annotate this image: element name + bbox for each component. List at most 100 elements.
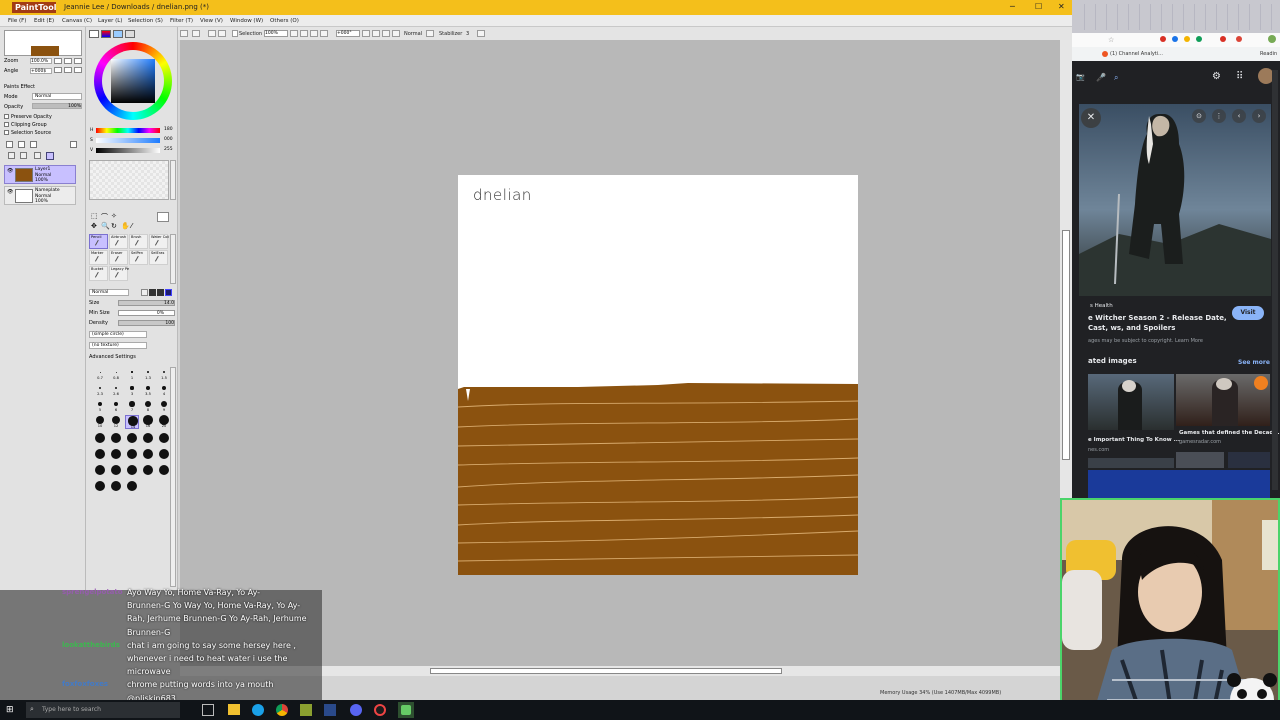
move-icon[interactable]: ✥ bbox=[91, 222, 97, 230]
brush-size-preset[interactable] bbox=[125, 447, 139, 461]
preset-scrollbar[interactable] bbox=[170, 367, 176, 587]
settings-gear-icon[interactable]: ⚙ bbox=[1212, 71, 1221, 82]
mode-select[interactable]: Normal bbox=[32, 93, 82, 100]
saturation-slider[interactable] bbox=[96, 138, 160, 143]
see-more-link[interactable]: See more bbox=[1238, 359, 1270, 366]
layer-row[interactable]: 👁 Layer1 Normal 100% bbox=[4, 165, 76, 184]
camera-icon[interactable]: 📷 bbox=[1076, 73, 1085, 81]
menu-item[interactable]: Filter (T) bbox=[170, 18, 193, 24]
magic-wand-icon[interactable]: ✧ bbox=[111, 212, 117, 220]
delete-layer-icon[interactable] bbox=[46, 152, 54, 160]
menu-item[interactable]: Window (W) bbox=[230, 18, 263, 24]
new-folder-icon[interactable] bbox=[30, 141, 37, 148]
brush-size-preset[interactable]: 1.3 bbox=[141, 367, 155, 381]
blend-dropdown-icon[interactable] bbox=[426, 30, 434, 37]
mic-icon[interactable]: 🎤 bbox=[1096, 73, 1106, 82]
brush-tool-button[interactable]: Eraser bbox=[109, 250, 128, 265]
layer-option-checkbox[interactable]: Preserve Opacity bbox=[4, 114, 80, 121]
menu-item[interactable]: Canvas (C) bbox=[62, 18, 92, 24]
brush-shape-buttons[interactable] bbox=[141, 289, 175, 296]
edge-icon[interactable] bbox=[252, 704, 264, 716]
extension-icon[interactable] bbox=[1184, 36, 1190, 42]
brush-size-preset[interactable]: 2.3 bbox=[93, 383, 107, 397]
search-icon[interactable]: ⌕ bbox=[1114, 73, 1118, 83]
more-icon[interactable]: ⋮ bbox=[1212, 109, 1226, 123]
apps-grid-icon[interactable]: ⠿ bbox=[1236, 71, 1243, 82]
rotate-reset-icon[interactable] bbox=[382, 30, 390, 37]
brush-tool-button[interactable]: SelPen bbox=[129, 250, 148, 265]
brush-texture-select[interactable]: (no texture) bbox=[89, 342, 147, 349]
related-image[interactable] bbox=[1176, 452, 1224, 468]
chrome-icon[interactable] bbox=[276, 704, 288, 716]
witcher-main-image[interactable] bbox=[1079, 104, 1271, 296]
scratchpad[interactable] bbox=[89, 160, 169, 200]
zoom-reset-icon[interactable] bbox=[310, 30, 318, 37]
stabilizer-dropdown-icon[interactable] bbox=[477, 30, 485, 37]
browser-scrollbar[interactable] bbox=[1272, 70, 1278, 490]
menu-item[interactable]: View (V) bbox=[200, 18, 223, 24]
checkbox-box[interactable] bbox=[4, 130, 9, 135]
brush-size-preset[interactable] bbox=[109, 463, 123, 477]
vertical-scroll-thumb[interactable] bbox=[1062, 230, 1070, 460]
brush-size-preset[interactable]: 20 bbox=[157, 414, 171, 429]
brush-size-preset[interactable] bbox=[93, 431, 107, 445]
size-slider[interactable]: 14.0 bbox=[118, 300, 175, 306]
bookmark-star-icon[interactable]: ☆ bbox=[1108, 36, 1114, 44]
brush-size-preset[interactable] bbox=[125, 479, 139, 493]
close-preview-icon[interactable]: ✕ bbox=[1081, 108, 1101, 128]
sai-taskbar-icon[interactable] bbox=[398, 702, 414, 718]
extension-icon[interactable] bbox=[1220, 36, 1226, 42]
brush-size-preset[interactable]: 9 bbox=[157, 399, 171, 413]
task-view-icon[interactable] bbox=[202, 704, 214, 716]
brush-size-preset[interactable]: 12 bbox=[109, 415, 123, 429]
redo-icon[interactable] bbox=[192, 30, 200, 37]
zoom-field[interactable]: 100.0% bbox=[30, 58, 52, 64]
zoom-icon[interactable]: 🔍 bbox=[101, 222, 110, 230]
brush-size-preset[interactable]: 0.8 bbox=[109, 367, 123, 381]
taskbar-search-box[interactable]: ⌕ Type here to search bbox=[26, 702, 180, 718]
brush-size-preset[interactable] bbox=[141, 463, 155, 477]
clear-layer-icon[interactable] bbox=[70, 141, 77, 148]
zoom-fit-icon[interactable] bbox=[320, 30, 328, 37]
brush-size-preset[interactable] bbox=[157, 431, 171, 445]
select-rect-icon[interactable]: ⬚ bbox=[91, 212, 98, 220]
prev-icon[interactable]: ‹ bbox=[1232, 109, 1246, 123]
eye-icon[interactable]: 👁 bbox=[7, 168, 13, 174]
hsv-slider-icon[interactable] bbox=[113, 30, 123, 38]
drawing-canvas[interactable] bbox=[458, 175, 858, 575]
brush-mode-select[interactable]: Normal bbox=[89, 289, 129, 296]
brush-size-preset[interactable]: 8 bbox=[141, 399, 155, 413]
primary-color-swatch[interactable] bbox=[157, 212, 169, 222]
sv-square[interactable] bbox=[111, 59, 155, 103]
menu-item[interactable]: Layer (L) bbox=[98, 18, 122, 24]
brush-shape-select[interactable]: (simple circle) bbox=[89, 331, 147, 338]
obs-icon[interactable] bbox=[374, 704, 386, 716]
minimize-icon[interactable]: ─ bbox=[1010, 2, 1015, 11]
hand-icon[interactable]: ✋ bbox=[121, 222, 130, 230]
result-source[interactable]: s Health bbox=[1090, 303, 1113, 309]
tool-scrollbar[interactable] bbox=[170, 234, 176, 284]
brush-size-preset[interactable]: 0.7 bbox=[93, 367, 107, 381]
swatches-icon[interactable] bbox=[125, 30, 135, 38]
brush-size-preset[interactable] bbox=[93, 479, 107, 493]
brush-tool-button[interactable]: Bucket bbox=[89, 266, 108, 281]
address-bar[interactable]: ☆ bbox=[1072, 33, 1280, 47]
reading-list[interactable]: Readin bbox=[1260, 51, 1277, 57]
density-slider[interactable]: 100 bbox=[118, 320, 175, 326]
duplicate-icon[interactable] bbox=[34, 152, 41, 159]
deselect-icon[interactable] bbox=[208, 30, 216, 37]
hue-slider[interactable] bbox=[96, 128, 160, 133]
brush-tool-button[interactable]: Airbrush bbox=[109, 234, 128, 249]
brush-size-preset[interactable] bbox=[93, 447, 107, 461]
brush-tool-button[interactable]: Marker bbox=[89, 250, 108, 265]
brush-tool-button[interactable]: Pencil bbox=[89, 234, 108, 249]
brush-size-preset[interactable]: 4 bbox=[157, 383, 171, 397]
extension-icon[interactable] bbox=[1160, 36, 1166, 42]
checkbox-box[interactable] bbox=[4, 114, 9, 119]
eye-icon[interactable]: 👁 bbox=[7, 189, 13, 195]
photoshop-icon[interactable] bbox=[324, 704, 336, 716]
brush-tool-button[interactable]: Brush bbox=[129, 234, 148, 249]
brush-size-preset[interactable] bbox=[109, 479, 123, 493]
result-title[interactable]: e Witcher Season 2 - Release Date, Cast,… bbox=[1088, 313, 1238, 333]
value-slider[interactable] bbox=[96, 148, 160, 153]
